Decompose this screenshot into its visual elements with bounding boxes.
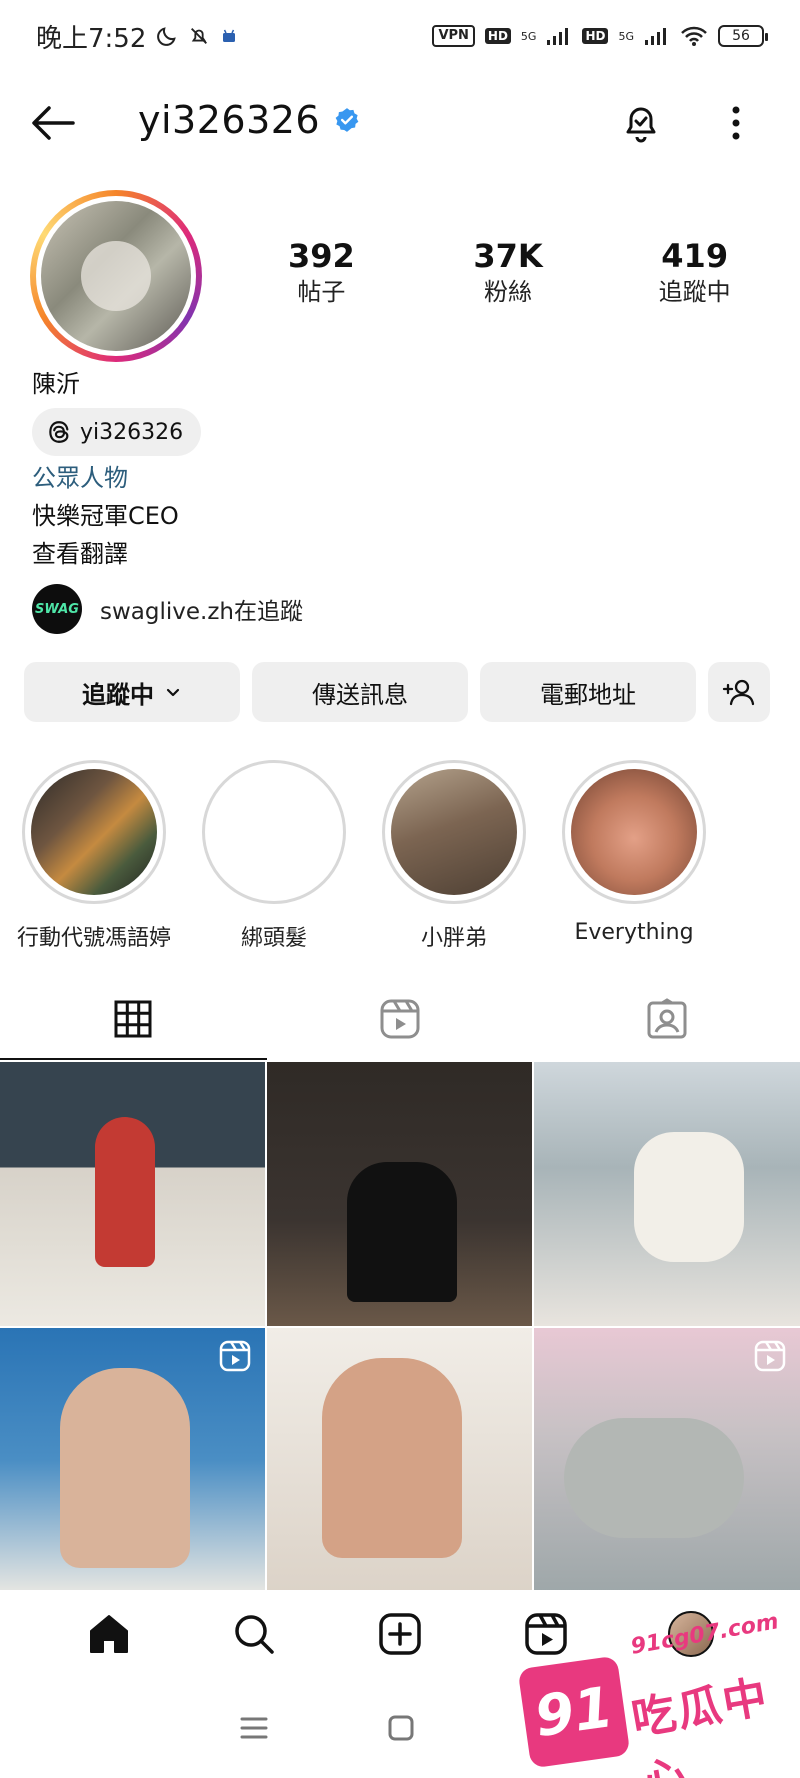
signal-icon-2 — [645, 28, 666, 45]
highlight-item[interactable]: 行動代號馮語婷 — [4, 760, 184, 952]
follower-avatar: SWAG — [32, 584, 82, 634]
nav-search[interactable] — [224, 1604, 284, 1664]
chevron-down-icon — [166, 688, 180, 697]
post-thumbnail[interactable] — [0, 1062, 265, 1326]
reels-icon — [380, 999, 420, 1039]
search-icon — [235, 1615, 275, 1654]
highlight-cover — [31, 769, 157, 895]
following-button[interactable]: 追蹤中 — [24, 662, 240, 722]
watermark-url: 91cg07.com — [628, 1609, 781, 1660]
story-highlights: 行動代號馮語婷 綁頭髮 小胖弟 Everything — [0, 760, 800, 952]
nav-home[interactable] — [79, 1604, 139, 1664]
hd-indicator: HD — [484, 28, 511, 44]
profile-avatar — [41, 201, 191, 351]
watermark-text: 吃瓜中心 — [627, 1671, 773, 1778]
highlight-label: 行動代號馮語婷 — [16, 926, 171, 951]
watermark-badge: 91 — [517, 1655, 631, 1769]
grid-icon — [114, 1000, 152, 1038]
posts-count[interactable]: 392 帖子 — [228, 236, 415, 308]
add-person-icon — [722, 679, 755, 706]
back-arrow-icon[interactable] — [28, 100, 78, 146]
verified-badge-icon — [335, 108, 359, 132]
threads-link[interactable]: yi326326 — [32, 408, 202, 456]
post-grid — [0, 1062, 800, 1592]
signal-icon — [547, 28, 569, 45]
followed-by[interactable]: SWAG swaglive.zh在追蹤 — [32, 584, 303, 634]
battery-indicator: 56 — [718, 25, 768, 47]
tagged-icon — [647, 998, 687, 1039]
wifi-icon — [681, 26, 707, 46]
followers-count[interactable]: 37K 粉絲 — [415, 236, 602, 308]
highlight-item[interactable]: 綁頭髮 — [184, 760, 364, 952]
username-text: yi326326 — [138, 98, 321, 142]
watermark: 91cg07.com 91 吃瓜中心 — [517, 1609, 790, 1778]
following-count[interactable]: 419 追蹤中 — [601, 236, 788, 308]
home-icon — [89, 1615, 128, 1653]
home-button-icon[interactable] — [387, 1714, 415, 1742]
post-thumbnail[interactable] — [534, 1062, 800, 1326]
reel-badge-icon — [754, 1340, 786, 1372]
status-right: VPN HD 5G HD 5G 56 — [432, 25, 768, 47]
status-bar: 晚上7:52 VPN HD 5G HD 5G 56 — [0, 0, 800, 72]
highlight-label: Everything — [574, 920, 694, 945]
suggested-users-button[interactable] — [708, 662, 770, 722]
post-thumbnail[interactable] — [267, 1062, 532, 1326]
moon-icon — [157, 27, 177, 46]
status-time: 晚上7:52 — [36, 23, 147, 54]
post-thumbnail[interactable] — [534, 1328, 800, 1592]
bell-off-icon — [191, 28, 208, 44]
followed-by-text: swaglive.zh在追蹤 — [100, 599, 303, 625]
following-label: 追蹤中 — [82, 681, 154, 709]
highlight-item[interactable]: 小胖弟 — [364, 760, 544, 952]
highlight-item[interactable]: Everything — [544, 760, 724, 945]
status-left: 晚上7:52 — [36, 18, 238, 55]
tab-posts[interactable] — [0, 978, 267, 1060]
highlight-label: 小胖弟 — [420, 926, 487, 951]
profile-category[interactable]: 公眾人物 — [32, 458, 128, 493]
see-translation-link[interactable]: 查看翻譯 — [32, 534, 128, 569]
post-thumbnail[interactable] — [0, 1328, 265, 1592]
post-thumbnail[interactable] — [267, 1328, 532, 1592]
message-button[interactable]: 傳送訊息 — [252, 662, 468, 722]
profile-header: yi326326 — [0, 88, 800, 158]
hd-indicator-2: HD — [582, 28, 609, 44]
tab-reels[interactable] — [267, 978, 534, 1060]
menu-icon[interactable] — [239, 1715, 269, 1741]
threads-icon — [49, 421, 69, 443]
highlight-cover — [571, 769, 697, 895]
highlight-label: 綁頭髮 — [240, 926, 307, 951]
app-notification-icon — [223, 29, 236, 42]
email-button[interactable]: 電郵地址 — [480, 662, 696, 722]
profile-bio: 快樂冠軍CEO — [32, 502, 179, 530]
profile-full-name: 陳沂 — [32, 370, 80, 398]
create-icon — [379, 1613, 421, 1655]
notification-bell-icon[interactable] — [618, 100, 664, 146]
highlight-cover — [391, 769, 517, 895]
profile-username: yi326326 — [138, 98, 360, 142]
nav-create[interactable] — [370, 1604, 430, 1664]
profile-tabs — [0, 978, 800, 1060]
network-type: 5G — [520, 29, 537, 43]
profile-stats: 392 帖子 37K 粉絲 419 追蹤中 — [228, 236, 788, 308]
highlight-cover — [211, 769, 337, 895]
profile-actions: 追蹤中 傳送訊息 電郵地址 — [24, 662, 776, 722]
reel-badge-icon — [219, 1340, 251, 1372]
tab-tagged[interactable] — [533, 978, 800, 1060]
profile-avatar-ring[interactable] — [30, 190, 202, 362]
more-options-icon[interactable] — [716, 100, 756, 146]
network-type-2: 5G — [618, 29, 634, 43]
vpn-indicator: VPN — [432, 25, 475, 47]
threads-handle: yi326326 — [80, 419, 184, 445]
